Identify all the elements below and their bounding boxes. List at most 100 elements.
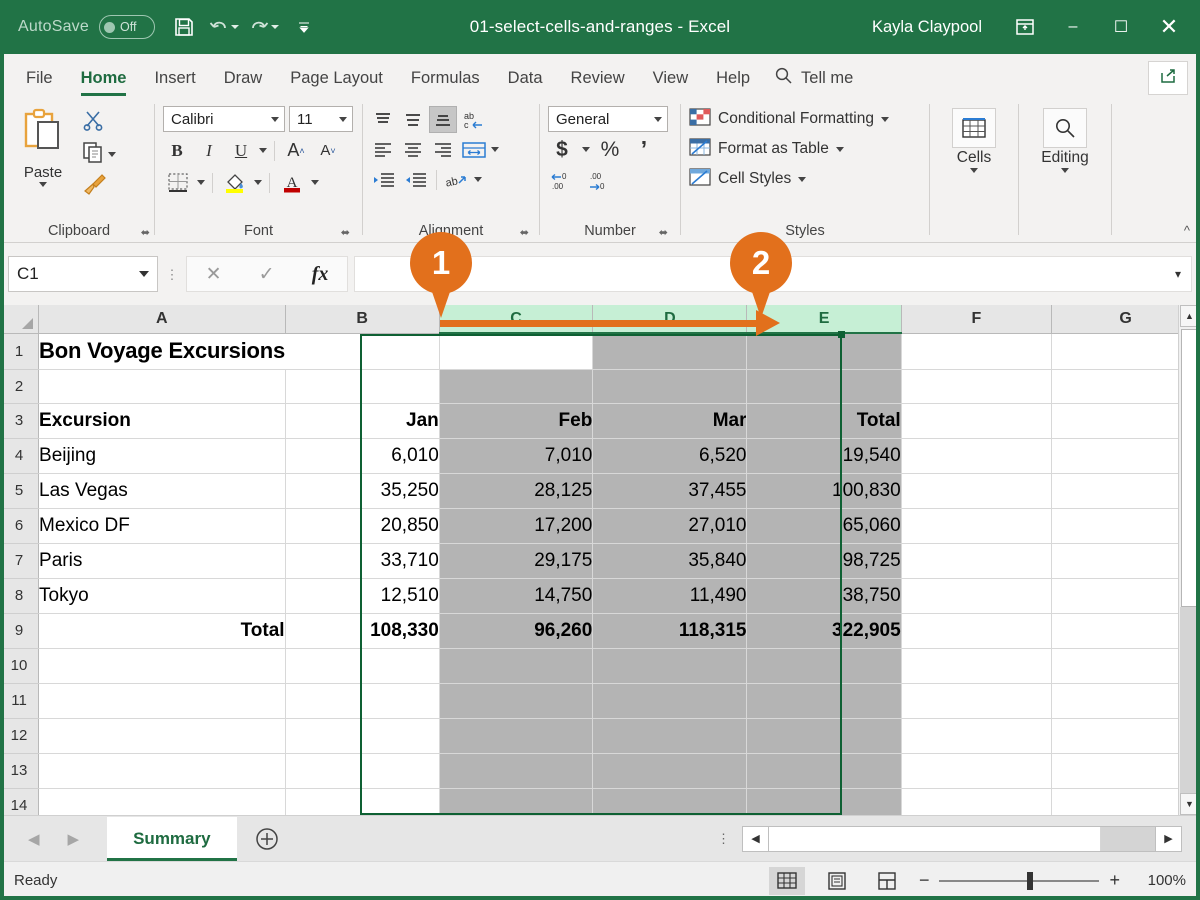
row-header-13[interactable]: 13 — [0, 753, 39, 788]
cell-c4[interactable]: 7,010 — [439, 438, 593, 473]
column-header-f[interactable]: F — [901, 305, 1051, 333]
cell-b7[interactable]: 33,710 — [285, 543, 439, 578]
cell-c2[interactable] — [439, 369, 593, 403]
cell-d12[interactable] — [593, 718, 747, 753]
font-color-dropdown-caret[interactable] — [311, 180, 319, 185]
cell-c10[interactable] — [439, 648, 593, 683]
row-header-10[interactable]: 10 — [0, 648, 39, 683]
cell-a10[interactable] — [39, 648, 286, 683]
row-header-2[interactable]: 2 — [0, 369, 39, 403]
number-dialog-launcher[interactable]: ⬌ — [659, 226, 668, 239]
tab-help[interactable]: Help — [702, 58, 764, 98]
cell-b12[interactable] — [285, 718, 439, 753]
cut-button[interactable] — [82, 110, 116, 134]
cell-d7[interactable]: 35,840 — [593, 543, 747, 578]
cell-e4[interactable]: 19,540 — [747, 438, 901, 473]
tab-review[interactable]: Review — [557, 58, 639, 98]
autosave-toggle[interactable]: Off — [99, 15, 155, 39]
cell-e2[interactable] — [747, 369, 901, 403]
collapse-ribbon-icon[interactable]: ^ — [1184, 223, 1190, 238]
cell-b4[interactable]: 6,010 — [285, 438, 439, 473]
font-name-combo[interactable]: Calibri — [163, 106, 285, 132]
tab-options-icon[interactable]: ⋮ — [705, 836, 742, 841]
cell-d5[interactable]: 37,455 — [593, 473, 747, 508]
cell-d14[interactable] — [593, 788, 747, 815]
add-sheet-icon[interactable] — [237, 826, 297, 852]
tab-draw[interactable]: Draw — [210, 58, 277, 98]
cell-d11[interactable] — [593, 683, 747, 718]
tab-file[interactable]: File — [12, 58, 67, 98]
cell-e12[interactable] — [747, 718, 901, 753]
copy-button[interactable] — [82, 142, 116, 166]
conditional-formatting-caret[interactable] — [881, 117, 889, 122]
bottom-align-button[interactable] — [429, 106, 457, 133]
scroll-left-button[interactable]: ◀ — [743, 827, 769, 851]
expand-formula-bar-icon[interactable]: ▾ — [1175, 267, 1181, 281]
next-sheet-icon[interactable]: ▶ — [68, 830, 80, 848]
cell-e14[interactable] — [747, 788, 901, 815]
borders-button[interactable] — [163, 169, 193, 196]
cell-f4[interactable] — [901, 438, 1051, 473]
align-right-button[interactable] — [429, 136, 457, 163]
underline-button[interactable]: U — [227, 137, 255, 164]
cell-e10[interactable] — [747, 648, 901, 683]
cell-d8[interactable]: 11,490 — [593, 578, 747, 613]
paste-button[interactable]: Paste — [4, 104, 82, 187]
clipboard-dialog-launcher[interactable]: ⬌ — [141, 226, 150, 239]
tab-page-layout[interactable]: Page Layout — [276, 58, 397, 98]
font-color-button[interactable]: A — [277, 169, 307, 196]
cell-styles-button[interactable]: Cell Styles — [689, 164, 806, 194]
cell-c5[interactable]: 28,125 — [439, 473, 593, 508]
fill-color-dropdown-caret[interactable] — [254, 180, 262, 185]
cell-d10[interactable] — [593, 648, 747, 683]
increase-indent-button[interactable] — [401, 166, 431, 193]
cell-f7[interactable] — [901, 543, 1051, 578]
decrease-decimal-button[interactable]: .000 — [586, 167, 616, 194]
zoom-track[interactable] — [939, 880, 1099, 882]
cell-b11[interactable] — [285, 683, 439, 718]
share-button[interactable] — [1148, 61, 1188, 95]
row-header-8[interactable]: 8 — [0, 578, 39, 613]
cell-a2[interactable] — [39, 369, 286, 403]
middle-align-button[interactable] — [399, 106, 427, 133]
align-center-button[interactable] — [399, 136, 427, 163]
cell-a4[interactable]: Beijing — [39, 438, 286, 473]
cell-b14[interactable] — [285, 788, 439, 815]
editing-button[interactable]: Editing — [1027, 104, 1103, 173]
redo-icon[interactable] — [245, 8, 283, 46]
column-header-a[interactable]: A — [39, 305, 286, 333]
underline-dropdown-caret[interactable] — [259, 148, 267, 153]
row-header-3[interactable]: 3 — [0, 403, 39, 438]
wrap-text-button[interactable]: abc — [459, 106, 489, 133]
selection-fill-handle[interactable] — [838, 331, 845, 338]
borders-dropdown-caret[interactable] — [197, 180, 205, 185]
increase-decimal-button[interactable]: 0.00 — [548, 167, 578, 194]
cell-f12[interactable] — [901, 718, 1051, 753]
align-left-button[interactable] — [369, 136, 397, 163]
merge-and-center-button[interactable] — [459, 136, 489, 163]
cell-d9[interactable]: 118,315 — [593, 613, 747, 648]
row-header-4[interactable]: 4 — [0, 438, 39, 473]
cells-button[interactable]: Cells — [936, 104, 1012, 173]
cell-e6[interactable]: 65,060 — [747, 508, 901, 543]
font-dialog-launcher[interactable]: ⬌ — [341, 226, 350, 239]
zoom-slider[interactable]: − + — [919, 870, 1120, 891]
horizontal-scroll-track[interactable] — [1101, 827, 1155, 851]
cancel-icon[interactable]: ✕ — [206, 263, 222, 286]
percent-format-button[interactable]: % — [596, 136, 624, 163]
cell-e9[interactable]: 322,905 — [747, 613, 901, 648]
cell-e13[interactable] — [747, 753, 901, 788]
cell-d2[interactable] — [593, 369, 747, 403]
name-box[interactable]: C1 — [8, 256, 158, 292]
cell-b9[interactable]: 108,330 — [285, 613, 439, 648]
cell-b2[interactable] — [285, 369, 439, 403]
number-format-combo[interactable]: General — [548, 106, 668, 132]
row-header-14[interactable]: 14 — [0, 788, 39, 815]
user-account-name[interactable]: Kayla Claypool — [872, 18, 982, 37]
close-button[interactable]: ✕ — [1146, 7, 1192, 47]
fill-color-button[interactable] — [220, 169, 250, 196]
undo-icon[interactable] — [205, 8, 243, 46]
previous-sheet-icon[interactable]: ◀ — [28, 830, 40, 848]
cell-a14[interactable] — [39, 788, 286, 815]
ribbon-display-options-icon[interactable] — [1002, 7, 1048, 47]
